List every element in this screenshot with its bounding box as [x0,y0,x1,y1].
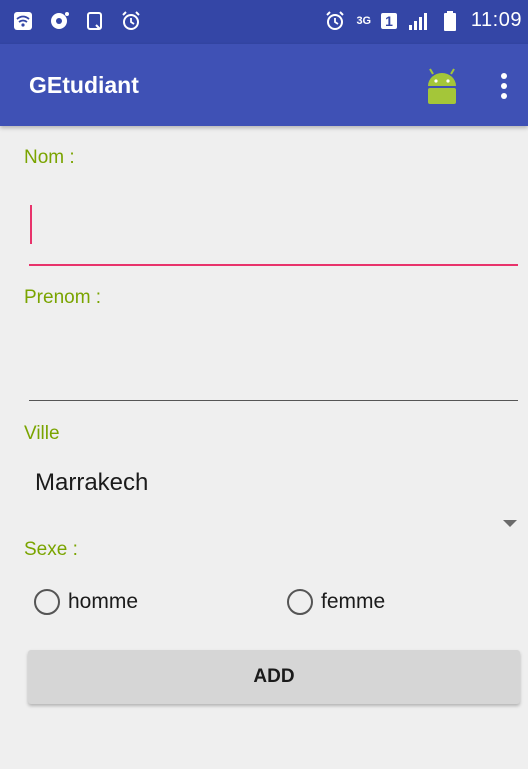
status-bar-right: 3G 1 11:09 [324,9,522,32]
battery-icon [443,10,456,31]
alarm-icon [326,10,345,30]
prenom-input[interactable] [29,330,518,402]
status-time: 11:09 [470,9,522,31]
radio-femme-circle-icon [287,589,313,615]
nom-input-underline [29,264,518,266]
network-3g-icon: 3G [356,14,372,27]
tablet-icon [87,12,102,30]
radio-femme-label: femme [321,590,386,613]
prenom-label: Prenom : [24,287,102,308]
radio-homme[interactable]: homme [34,589,138,615]
signal-icon [408,12,427,30]
radio-homme-label: homme [68,590,139,613]
status-bar: 3G 1 11:09 [0,0,528,44]
overflow-menu-icon[interactable] [494,68,514,104]
wifi-icon [14,12,32,30]
app-title: GEtudiant [29,72,139,98]
text-cursor [30,205,32,244]
ville-selected-value: Marrakech [35,469,149,496]
nom-input[interactable] [29,195,518,267]
status-bar-left [12,10,142,32]
screen: 3G 1 11:09 GEtudiant Nom: Prenom: Vill… [0,0,528,769]
radio-femme[interactable]: femme [287,589,385,615]
dropdown-arrow-icon [503,520,517,527]
radio-homme-circle-icon [34,589,60,615]
add-button[interactable]: ADD [28,650,520,704]
sim-icon: 1 [381,12,397,29]
alarm-icon [122,11,140,30]
ville-label: Ville [24,423,60,444]
android-icon[interactable] [420,64,464,106]
app-bar: GEtudiant [0,44,528,126]
sexe-label: Sexe : [24,539,78,560]
prenom-input-underline [29,400,518,401]
notification-icon [51,12,69,29]
nom-label: Nom : [24,147,75,168]
